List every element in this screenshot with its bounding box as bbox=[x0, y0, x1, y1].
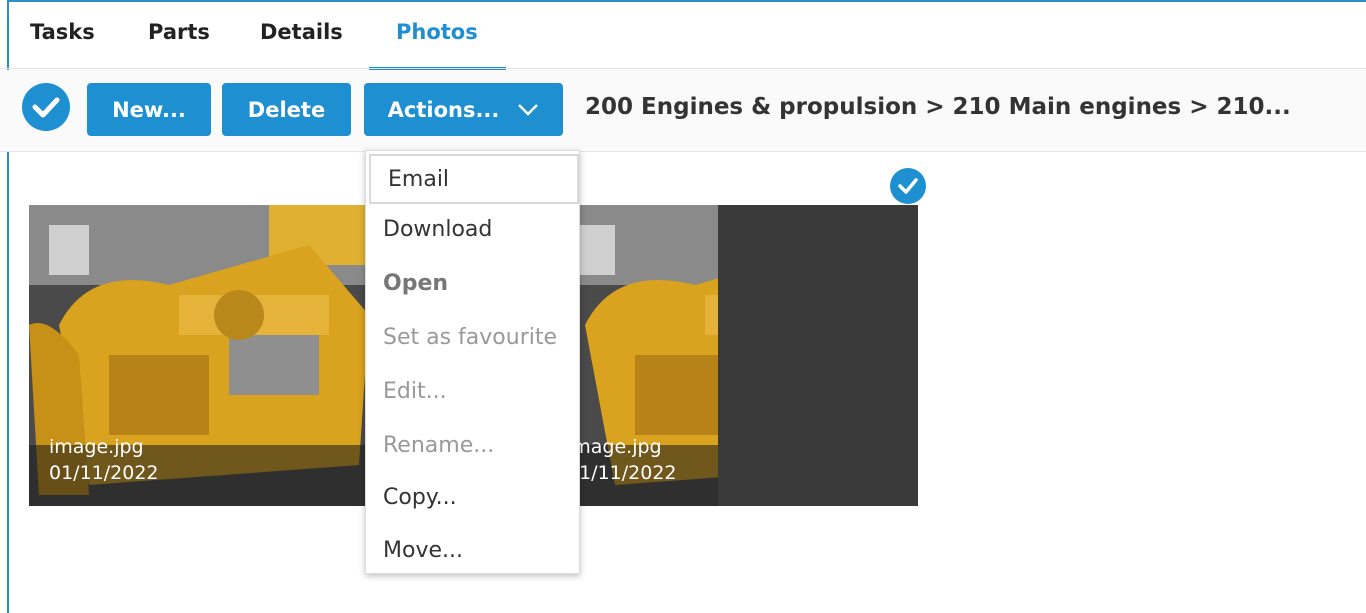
check-circle-icon[interactable] bbox=[22, 83, 70, 131]
photo-meta: image.jpg 01/11/2022 bbox=[567, 434, 677, 486]
selected-check-icon[interactable] bbox=[890, 168, 926, 204]
menu-item-set-as-favourite[interactable]: Set as favourite bbox=[366, 312, 579, 362]
menu-item-open[interactable]: Open bbox=[366, 258, 579, 308]
menu-item-email[interactable]: Email bbox=[369, 154, 579, 204]
chevron-down-icon bbox=[517, 103, 539, 117]
menu-item-move[interactable]: Move... bbox=[366, 525, 579, 575]
tab-divider bbox=[0, 68, 1366, 69]
photo-date: 01/11/2022 bbox=[567, 462, 677, 484]
delete-button[interactable]: Delete bbox=[222, 83, 351, 136]
menu-item-copy[interactable]: Copy... bbox=[366, 472, 579, 522]
tab-photos[interactable]: Photos bbox=[396, 20, 478, 44]
tab-tasks[interactable]: Tasks bbox=[30, 20, 95, 44]
tab-details[interactable]: Details bbox=[260, 20, 343, 44]
photo-thumbnail[interactable]: image.jpg 01/11/2022 bbox=[555, 205, 918, 506]
menu-item-download[interactable]: Download bbox=[366, 204, 579, 254]
photo-filename: image.jpg bbox=[49, 436, 144, 458]
actions-button-label: Actions... bbox=[387, 97, 500, 122]
new-button[interactable]: New... bbox=[87, 83, 211, 136]
photo-filename: image.jpg bbox=[567, 436, 662, 458]
actions-button[interactable]: Actions... bbox=[364, 83, 563, 136]
photo-thumbnail[interactable]: image.jpg 01/11/2022 bbox=[29, 205, 388, 506]
photo-meta: image.jpg 01/11/2022 bbox=[49, 434, 159, 486]
photo-date: 01/11/2022 bbox=[49, 462, 159, 484]
menu-item-rename[interactable]: Rename... bbox=[366, 420, 579, 470]
breadcrumb: 200 Engines & propulsion > 210 Main engi… bbox=[585, 94, 1291, 120]
tab-parts[interactable]: Parts bbox=[148, 20, 210, 44]
menu-item-edit[interactable]: Edit... bbox=[366, 366, 579, 416]
actions-dropdown-menu: Email Download Open Set as favourite Edi… bbox=[365, 150, 580, 574]
toolbar: New... Delete Actions... 200 Engines & p… bbox=[0, 70, 1366, 152]
